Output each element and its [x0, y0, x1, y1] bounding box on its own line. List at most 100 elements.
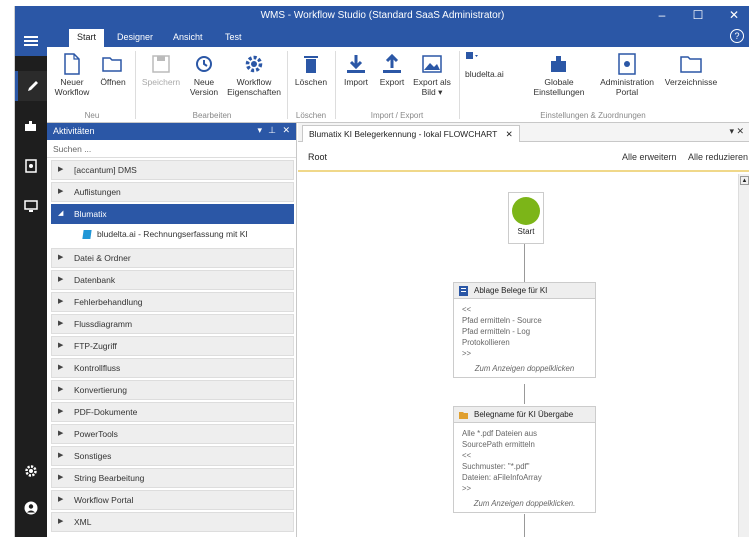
category-label: Fehlerbehandlung	[74, 297, 143, 307]
open-button[interactable]: Öffnen	[97, 51, 129, 87]
puzzle-icon[interactable]	[15, 111, 47, 141]
group-import-export-label: Import / Export	[370, 111, 424, 120]
directories-button[interactable]: Verzeichnisse	[661, 51, 721, 87]
category-item[interactable]: ▶ Auflistungen	[51, 182, 294, 202]
document-gear-icon[interactable]	[15, 151, 47, 181]
title-bar: WMS - Workflow Studio (Standard SaaS Adm…	[15, 6, 749, 26]
category-item[interactable]: ▶ Kontrollfluss	[51, 358, 294, 378]
category-item[interactable]: ▶ [accantum] DMS	[51, 160, 294, 180]
import-button[interactable]: Import	[339, 51, 373, 87]
category-item[interactable]: ▶ FTP-Zugriff	[51, 336, 294, 356]
help-icon[interactable]: ?	[730, 29, 744, 43]
start-circle-icon	[512, 197, 540, 225]
save-button[interactable]: Speichern	[139, 51, 183, 87]
category-item[interactable]: ◢ Blumatix	[51, 204, 294, 224]
delete-button[interactable]: Löschen	[291, 51, 331, 87]
gear-icon	[225, 51, 283, 77]
category-label: Workflow Portal	[74, 495, 134, 505]
activity-label: bludelta.ai - Rechnungserfassung mit KI	[97, 229, 248, 239]
export-button[interactable]: Export	[375, 51, 409, 87]
pencil-icon[interactable]	[15, 71, 47, 101]
gear-icon[interactable]	[15, 456, 47, 486]
export-image-button[interactable]: Export als Bild ▾	[411, 51, 453, 97]
tab-options-icon[interactable]: ▾ ✕	[729, 126, 744, 137]
close-icon[interactable]: ✕	[506, 129, 513, 139]
history-icon	[187, 51, 221, 77]
category-label: Sonstiges	[74, 451, 112, 461]
minimize-button[interactable]: ‒	[653, 8, 671, 22]
workflow-properties-button[interactable]: Workflow Eigenschaften	[225, 51, 283, 97]
breadcrumb[interactable]: Root	[308, 152, 327, 162]
bludelta-button[interactable]: bludelta.ai	[465, 51, 523, 79]
puzzle-icon	[531, 51, 587, 77]
user-icon[interactable]	[15, 493, 47, 523]
pin-icon[interactable]: ⊥	[268, 125, 276, 136]
scroll-up-icon[interactable]: ▲	[740, 176, 749, 185]
category-item[interactable]: ▶ String Bearbeitung	[51, 468, 294, 488]
category-item[interactable]: ▶ Fehlerbehandlung	[51, 292, 294, 312]
ribbon-separator	[287, 51, 288, 119]
category-item[interactable]: ▶ PDF-Dokumente	[51, 402, 294, 422]
category-label: Auflistungen	[74, 187, 121, 197]
activities-search-input[interactable]: Suchen ...	[47, 140, 296, 158]
chevron-right-icon: ▶	[58, 166, 64, 173]
activity-node-belegname[interactable]: Belegname für KI Übergabe Alle *.pdf Dat…	[453, 406, 596, 513]
menu-icon[interactable]	[15, 26, 47, 56]
tab-designer[interactable]: Designer	[109, 29, 161, 47]
document-tab[interactable]: Blumatix KI Belegerkennung - lokal FLOWC…	[302, 125, 520, 142]
vertical-scrollbar[interactable]: ▲	[738, 174, 749, 537]
category-item[interactable]: ▶ PowerTools	[51, 424, 294, 444]
dropdown-icon[interactable]: ▾	[257, 125, 262, 136]
category-label: Datenbank	[74, 275, 116, 285]
expand-all-button[interactable]: Alle erweitern	[622, 152, 677, 162]
image-icon	[411, 51, 453, 77]
start-node[interactable]: Start	[508, 192, 544, 244]
connector-line	[524, 244, 525, 284]
category-label: Flussdiagramm	[74, 319, 133, 329]
trash-icon	[291, 51, 331, 77]
activity-line: >>	[462, 484, 472, 493]
folder-icon	[459, 412, 468, 419]
category-item[interactable]: ▶ Datenbank	[51, 270, 294, 290]
save-label: Speichern	[141, 77, 181, 87]
activity-line: <<	[462, 451, 472, 460]
global-settings-button[interactable]: Globale Einstellungen	[531, 51, 587, 97]
category-label: [accantum] DMS	[74, 165, 137, 175]
new-workflow-button[interactable]: Neuer Workflow	[51, 51, 93, 97]
monitor-icon[interactable]	[15, 191, 47, 221]
chevron-right-icon: ▶	[58, 276, 64, 283]
activity-body: Alle *.pdf Dateien aus SourcePath ermitte…	[454, 423, 595, 499]
close-button[interactable]: ✕	[725, 8, 743, 22]
chevron-right-icon: ▶	[58, 342, 64, 349]
category-item[interactable]: ▶ Datei & Ordner	[51, 248, 294, 268]
category-item[interactable]: ▶ Sonstiges	[51, 446, 294, 466]
open-label: Öffnen	[100, 77, 126, 87]
chevron-right-icon: ▶	[58, 320, 64, 327]
category-item[interactable]: ▶ Workflow Portal	[51, 490, 294, 510]
flowchart-canvas[interactable]: Start Ablage Belege für KI << Pfad ermitt…	[298, 174, 749, 537]
collapse-all-button[interactable]: Alle reduzieren	[688, 152, 748, 162]
activities-list: ▶ [accantum] DMS ▶ Auflistungen ◢ Blumatix blu…	[47, 160, 296, 532]
category-item[interactable]: ▶ XML	[51, 512, 294, 532]
download-icon	[339, 51, 373, 77]
import-label: Import	[343, 77, 369, 87]
breadcrumb-bar: Root Alle erweitern Alle reduzieren	[298, 142, 749, 172]
new-version-button[interactable]: Neue Version	[187, 51, 221, 97]
app-window: WMS - Workflow Studio (Standard SaaS Adm…	[14, 6, 749, 537]
activities-panel: Aktivitäten ▾ ⊥ ✕ Suchen ... ▶ [accantum]…	[47, 123, 297, 537]
activity-node-ablage[interactable]: Ablage Belege für KI << Pfad ermitteln - …	[453, 282, 596, 378]
tab-ansicht[interactable]: Ansicht	[165, 29, 211, 47]
directories-label: Verzeichnisse	[664, 77, 718, 87]
activity-line: <<	[462, 305, 472, 314]
tab-start[interactable]: Start	[69, 29, 105, 47]
maximize-button[interactable]: ☐	[689, 8, 707, 22]
ribbon-separator	[335, 51, 336, 119]
category-item[interactable]: ▶ Flussdiagramm	[51, 314, 294, 334]
global-settings-label: Globale Einstellungen	[533, 77, 585, 97]
new-version-label: Neue Version	[189, 77, 219, 97]
tab-test[interactable]: Test	[217, 29, 250, 47]
admin-portal-button[interactable]: Administration Portal	[595, 51, 659, 97]
category-item[interactable]: ▶ Konvertierung	[51, 380, 294, 400]
close-icon[interactable]: ✕	[282, 125, 290, 136]
activity-item[interactable]: bludelta.ai - Rechnungserfassung mit KI	[47, 224, 296, 246]
